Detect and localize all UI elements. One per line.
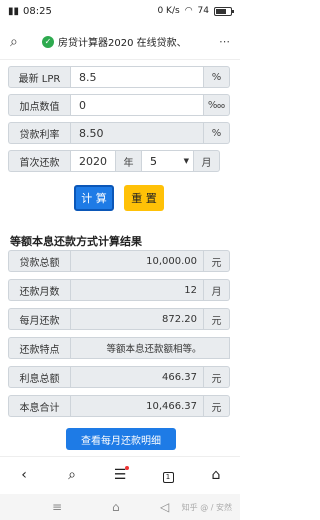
monthly-detail-button[interactable]: 查看每月还款明细 [66,428,176,450]
result-unit: 元 [204,308,230,330]
rate-label: 贷款利率 [8,122,70,144]
result-unit: 月 [204,279,230,301]
loan-form: 最新 LPR 8.5 % 加点数值 0 ‱ 贷款利率 8.50 % 首次还款 2… [8,66,230,178]
secure-shield-icon: ✓ [42,35,54,48]
battery-icon [214,6,234,16]
result-value: 872.20 [70,308,204,330]
system-nav-bar: ≡ ⌂ ◁ 知乎 @ / 安然 [0,494,240,520]
result-label: 还款特点 [8,337,70,359]
notification-dot [125,465,129,470]
result-label: 还款月数 [8,279,70,301]
bp-input[interactable]: 0 [70,94,204,116]
first-payment-row: 首次还款 2020 年 5 ▼ 月 [8,150,230,172]
action-buttons: 计 算 重 置 [74,185,164,211]
network-speed: 0 K/s [157,6,180,16]
status-time: 08:25 [23,5,52,17]
rate-unit: % [204,122,230,144]
first-payment-label: 首次还款 [8,150,70,172]
rate-row: 贷款利率 8.50 % [8,122,230,144]
watermark: 知乎 @ / 安然 [181,502,232,512]
result-value: 10,000.00 [70,250,204,272]
lpr-unit: % [204,66,230,88]
result-row: 利息总额 466.37 元 [8,366,230,388]
year-unit: 年 [116,150,142,172]
result-label: 贷款总额 [8,250,70,272]
signal-icon: ▮▮ [8,5,20,17]
tabs-button[interactable]: 1 [153,467,183,483]
status-bar: ▮▮ 08:25 0 K/s ◠ 74 [0,0,240,22]
rate-value: 8.50 [70,122,204,144]
result-value: 等额本息还款额相等。 [70,337,230,359]
month-select[interactable]: 5 ▼ [142,150,194,172]
page-title[interactable]: 房贷计算器2020 在线贷款、 [58,34,210,49]
address-bar[interactable]: ⌕ ✓ 房贷计算器2020 在线贷款、 ⋯ [0,24,240,60]
month-unit: 月 [194,150,220,172]
result-unit: 元 [204,395,230,417]
result-row: 本息合计 10,466.37 元 [8,395,230,417]
result-row: 还款月数 12 月 [8,279,230,301]
more-icon[interactable]: ⋯ [210,35,230,48]
result-value: 12 [70,279,204,301]
lpr-label: 最新 LPR [8,66,70,88]
back-triangle-icon[interactable]: ◁ [160,500,169,514]
back-icon[interactable]: ‹ [9,467,39,483]
result-row: 每月还款 872.20 元 [8,308,230,330]
result-row: 还款特点 等额本息还款额相等。 [8,337,230,359]
bp-row: 加点数值 0 ‱ [8,94,230,116]
bp-unit: ‱ [204,94,230,116]
year-input[interactable]: 2020 [70,150,116,172]
results-table: 贷款总额 10,000.00 元 还款月数 12 月 每月还款 872.20 元… [8,250,230,424]
reset-button[interactable]: 重 置 [124,185,164,211]
calculate-button[interactable]: 计 算 [74,185,114,211]
tabs-icon: 1 [162,471,174,483]
result-value: 466.37 [70,366,204,388]
result-label: 利息总额 [8,366,70,388]
wifi-icon: ◠ [184,6,193,16]
result-label: 每月还款 [8,308,70,330]
result-label: 本息合计 [8,395,70,417]
lpr-row: 最新 LPR 8.5 % [8,66,230,88]
recents-icon[interactable]: ≡ [52,500,62,514]
menu-icon[interactable]: ☰ [105,465,135,483]
result-value: 10,466.37 [70,395,204,417]
battery-level: 74 [197,6,209,16]
result-row: 贷款总额 10,000.00 元 [8,250,230,272]
search-icon[interactable]: ⌕ [10,34,30,50]
results-title: 等额本息还款方式计算结果 [10,235,142,248]
home-button-icon[interactable]: ⌂ [112,500,120,514]
search-icon[interactable]: ⌕ [57,467,87,483]
lpr-input[interactable]: 8.5 [70,66,204,88]
battery-fill [216,8,227,14]
result-unit: 元 [204,366,230,388]
result-unit: 元 [204,250,230,272]
caret-down-icon: ▼ [183,157,189,165]
home-icon[interactable]: ⌂ [201,467,231,483]
month-value: 5 [150,154,157,168]
bp-label: 加点数值 [8,94,70,116]
browser-nav: ‹ ⌕ ☰ 1 ⌂ [0,456,240,492]
